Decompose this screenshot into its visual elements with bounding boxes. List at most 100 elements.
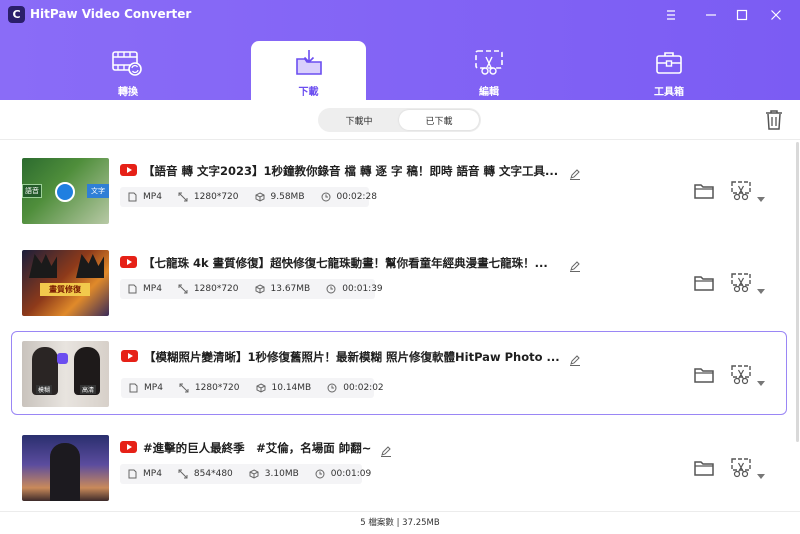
download-folder-icon: [294, 49, 324, 81]
rename-pencil-icon[interactable]: [380, 442, 392, 457]
video-meta: MP4 1280*720 13.67MB 00:01:39: [120, 279, 383, 299]
trash-icon[interactable]: [764, 109, 784, 131]
download-item[interactable]: 語音 文字 【語音 轉 文字2023】1秒鐘教你錄音 檔 轉 逐 字 稿！即時 …: [11, 151, 787, 235]
edit-convert-icon[interactable]: [730, 457, 752, 479]
video-meta: MP4 1280*720 10.14MB 00:02:02: [121, 378, 384, 398]
chevron-down-icon[interactable]: [757, 372, 765, 386]
settings-icon[interactable]: [660, 4, 682, 26]
folder-icon[interactable]: [694, 274, 714, 292]
duration-info: 00:02:02: [327, 383, 384, 393]
video-size: 13.67MB: [270, 284, 311, 294]
resolution-info: 854*480: [178, 469, 233, 479]
size-info: 10.14MB: [256, 383, 311, 393]
resolution-info: 1280*720: [179, 383, 240, 393]
format-info: MP4: [128, 469, 162, 479]
downloading-toggle[interactable]: 下載中: [320, 110, 398, 130]
video-thumbnail: 模糊 高清: [22, 341, 109, 407]
video-format: MP4: [143, 192, 162, 202]
clock-icon: [326, 284, 336, 294]
video-thumbnail: 語音 文字: [22, 158, 109, 224]
video-resolution: 1280*720: [193, 284, 239, 294]
rename-pencil-icon[interactable]: [569, 351, 581, 366]
downloaded-toggle[interactable]: 已下載: [399, 110, 479, 130]
resolution-icon: [178, 284, 188, 294]
clock-icon: [321, 192, 330, 202]
youtube-icon: [120, 441, 137, 453]
edit-convert-icon[interactable]: [730, 180, 752, 202]
tab-label: 轉換: [118, 87, 138, 98]
character-hair: [76, 254, 104, 278]
minimize-button[interactable]: [700, 4, 722, 26]
download-item[interactable]: 畫質修復 【七龍珠 4k 畫質修復】超快修復七龍珠動畫！幫你看童年經典漫畫七龍珠…: [11, 243, 787, 327]
clock-icon: [315, 469, 325, 479]
chevron-down-icon[interactable]: [757, 188, 765, 202]
download-status-toggle: 下載中 已下載: [318, 108, 481, 132]
tab-edit[interactable]: 編輯: [431, 41, 547, 100]
tab-download[interactable]: 下載: [251, 41, 366, 100]
video-duration: 00:02:28: [336, 192, 377, 202]
size-info: 13.67MB: [255, 284, 311, 294]
youtube-icon: [120, 256, 137, 268]
edit-scissors-icon: [474, 49, 504, 81]
video-title: 【七龍珠 4k 畫質修復】超快修復七龍珠動畫！幫你看童年經典漫畫七龍珠！...: [143, 256, 548, 270]
video-resolution: 1280*720: [194, 383, 240, 393]
microphone-icon: [55, 182, 75, 202]
cube-icon: [249, 469, 259, 479]
format-info: MP4: [128, 284, 162, 294]
thumbnail-caption: 畫質修復: [40, 283, 90, 296]
rename-pencil-icon[interactable]: [569, 165, 581, 180]
chevron-down-icon[interactable]: [757, 465, 765, 479]
cube-icon: [256, 383, 266, 393]
clock-icon: [327, 383, 337, 393]
title-bar: C HitPaw Video Converter: [0, 0, 800, 30]
file-icon: [128, 192, 137, 202]
duration-info: 00:01:09: [315, 469, 371, 479]
folder-icon[interactable]: [694, 459, 714, 477]
resolution-info: 1280*720: [178, 192, 239, 202]
video-title: 【模糊照片變清晰】1秒修復舊照片！最新模糊 照片修復軟體HitPaw Photo…: [144, 350, 560, 364]
thumbnail-caption: 模糊: [36, 385, 53, 394]
video-format: MP4: [143, 284, 162, 294]
video-meta: MP4 854*480 3.10MB 00:01:09: [120, 464, 371, 484]
rename-pencil-icon[interactable]: [569, 257, 581, 272]
file-icon: [128, 284, 137, 294]
close-button[interactable]: [765, 4, 787, 26]
video-title: 【語音 轉 文字2023】1秒鐘教你錄音 檔 轉 逐 字 稿！即時 語音 轉 文…: [143, 164, 559, 178]
video-resolution: 854*480: [193, 469, 233, 479]
tab-convert[interactable]: 轉換: [70, 41, 186, 100]
convert-film-icon: [112, 49, 144, 81]
youtube-icon: [120, 164, 137, 176]
thumbnail-caption: 高清: [80, 385, 97, 394]
toolbox-icon: [654, 49, 684, 81]
scrollbar[interactable]: [796, 142, 799, 442]
tab-toolbox[interactable]: 工具箱: [611, 41, 727, 100]
video-size: 9.58MB: [270, 192, 305, 202]
file-summary: 5 檔案數 | 37.25MB: [360, 518, 440, 528]
edit-convert-icon[interactable]: [730, 364, 752, 386]
tab-label: 下載: [298, 87, 319, 98]
download-item[interactable]: #進擊的巨人最終季 #艾倫，名場面 帥翻~ MP4 854*480 3.10MB…: [11, 428, 787, 512]
chevron-down-icon[interactable]: [757, 280, 765, 294]
edit-convert-icon[interactable]: [730, 272, 752, 294]
download-item-selected[interactable]: 模糊 高清 【模糊照片變清晰】1秒修復舊照片！最新模糊 照片修復軟體HitPaw…: [11, 331, 787, 415]
video-title: #進擊的巨人最終季 #艾倫，名場面 帥翻~: [143, 441, 372, 455]
thumbnail-caption: 文字: [87, 184, 109, 198]
app-title: HitPaw Video Converter: [30, 7, 192, 21]
folder-icon[interactable]: [694, 182, 714, 200]
duration-info: 00:02:28: [321, 192, 377, 202]
format-info: MP4: [128, 192, 162, 202]
app-badge-icon: [57, 353, 68, 364]
file-icon: [128, 469, 137, 479]
cube-icon: [255, 284, 265, 294]
video-duration: 00:01:09: [330, 469, 372, 479]
file-icon: [129, 383, 138, 393]
maximize-button[interactable]: [731, 4, 753, 26]
app-header: C HitPaw Video Converter 轉換 下載 編輯 工具箱: [0, 0, 800, 100]
size-info: 3.10MB: [249, 469, 299, 479]
video-meta: MP4 1280*720 9.58MB 00:02:28: [120, 187, 377, 207]
video-resolution: 1280*720: [193, 192, 239, 202]
cube-icon: [255, 192, 265, 202]
duration-info: 00:01:39: [326, 284, 383, 294]
folder-icon[interactable]: [694, 366, 714, 384]
format-info: MP4: [129, 383, 163, 393]
